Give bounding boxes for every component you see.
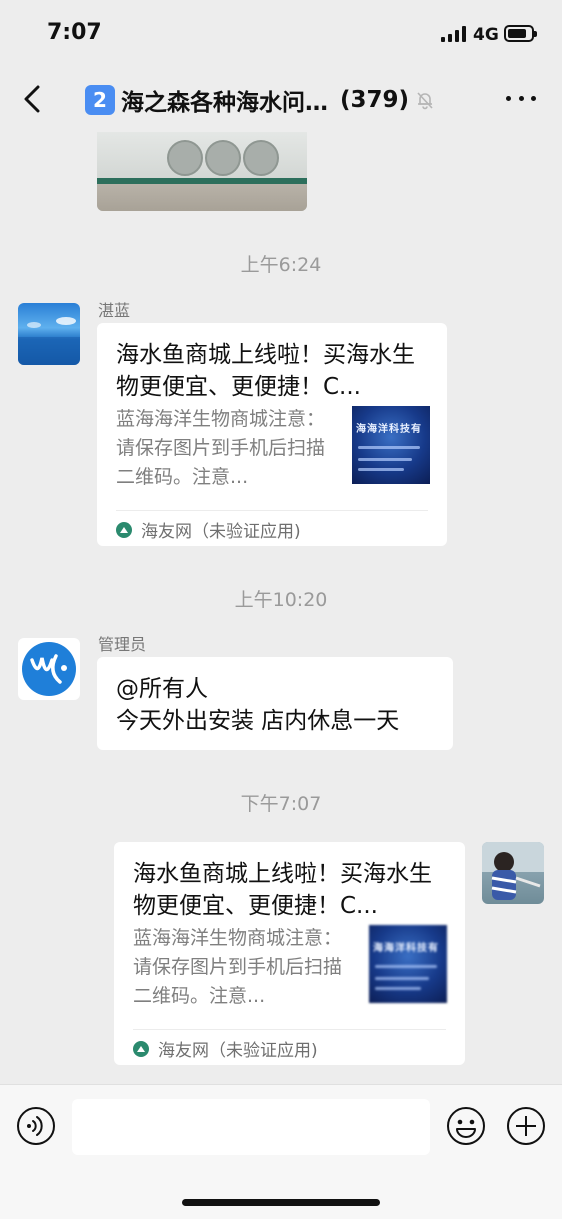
card-description: 蓝海海洋生物商城注意：请保存图片到手机后扫描二维码。注意... xyxy=(133,927,343,1007)
signal-icon xyxy=(441,26,467,42)
chat-title-group[interactable]: 2 海之森各种海水问… (379) xyxy=(85,83,435,117)
app-logo-icon xyxy=(133,1040,149,1057)
card-source: 海友网（未验证应用) xyxy=(116,517,301,542)
timestamp: 上午6:24 xyxy=(240,254,322,276)
network-type: 4G xyxy=(473,25,499,45)
card-title: 海水鱼商城上线啦！买海水生物更便宜、更便捷！C... xyxy=(133,861,432,919)
avatar[interactable] xyxy=(18,638,80,700)
battery-icon xyxy=(504,25,537,42)
app-logo-icon xyxy=(116,521,132,538)
card-thumbnail: 海海洋科技有 xyxy=(369,925,447,1003)
image-message[interactable] xyxy=(97,132,307,211)
card-title: 海水鱼商城上线啦！买海水生物更便宜、更便捷！C... xyxy=(116,342,415,400)
voice-icon[interactable] xyxy=(16,1106,56,1146)
sender-name: 管理员 xyxy=(98,635,147,654)
chat-header: 2 海之森各种海水问… (379) xyxy=(0,66,562,132)
message-line: 今天外出安装 店内休息一天 xyxy=(116,708,400,734)
card-source: 海友网（未验证应用) xyxy=(133,1036,318,1061)
back-icon[interactable] xyxy=(22,85,48,113)
link-card[interactable]: 海水鱼商城上线啦！买海水生物更便宜、更便捷！C... 蓝海海洋生物商城注意：请保… xyxy=(114,842,465,1065)
group-number-badge: 2 xyxy=(85,85,115,115)
card-source-label: 海友网（未验证应用) xyxy=(141,522,301,542)
avatar[interactable] xyxy=(18,303,80,365)
message-input[interactable] xyxy=(72,1099,430,1155)
status-time: 7:07 xyxy=(47,20,102,45)
sender-name: 湛蓝 xyxy=(98,301,131,320)
message-line: @所有人 xyxy=(116,676,208,702)
avatar[interactable] xyxy=(482,842,544,904)
text-message[interactable]: @所有人 今天外出安装 店内休息一天 xyxy=(97,657,453,750)
timestamp: 下午7:07 xyxy=(240,793,322,815)
mute-bell-icon xyxy=(417,92,433,110)
home-indicator xyxy=(182,1199,380,1206)
status-bar: 7:07 4G xyxy=(0,0,562,66)
chat-area[interactable]: 上午6:24 湛蓝 海水鱼商城上线啦！买海水生物更便宜、更便捷！C... 蓝海海… xyxy=(0,132,562,1084)
plus-icon[interactable] xyxy=(506,1106,546,1146)
emoji-icon[interactable] xyxy=(446,1106,486,1146)
card-thumbnail: 海海洋科技有 xyxy=(352,406,430,484)
link-card[interactable]: 海水鱼商城上线啦！买海水生物更便宜、更便捷！C... 蓝海海洋生物商城注意：请保… xyxy=(97,323,447,546)
more-icon[interactable] xyxy=(506,96,536,102)
chat-title: 海之森各种海水问… xyxy=(121,90,328,116)
card-description: 蓝海海洋生物商城注意：请保存图片到手机后扫描二维码。注意... xyxy=(116,408,326,488)
member-count: (379) xyxy=(340,87,410,113)
timestamp: 上午10:20 xyxy=(234,589,328,611)
card-source-label: 海友网（未验证应用) xyxy=(158,1041,318,1061)
input-bar xyxy=(0,1084,562,1219)
